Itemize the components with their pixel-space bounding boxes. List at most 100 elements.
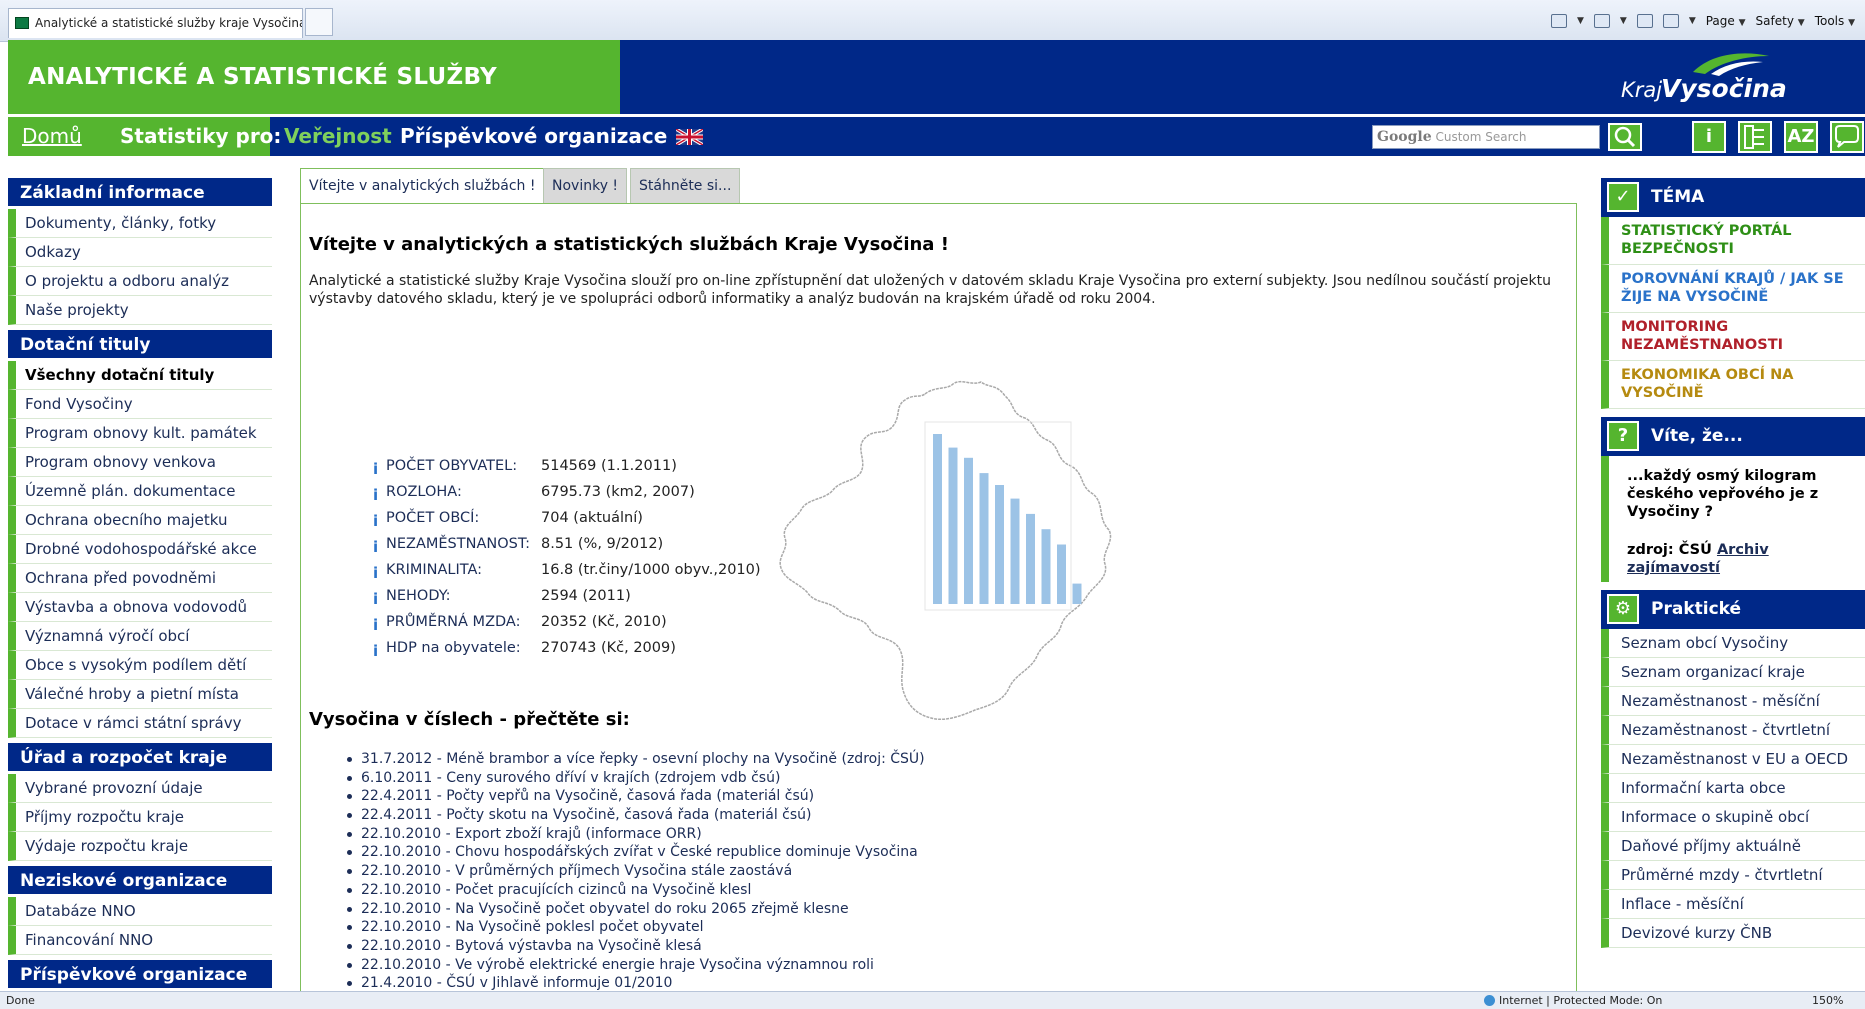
practical-item[interactable]: Seznam organizací kraje (1601, 658, 1865, 687)
stat-value: 2594 (2011) (541, 588, 631, 604)
info-icon: ⅰ (373, 642, 379, 660)
sidebar-item-vodohospodarske[interactable]: Drobné vodohospodářské akce (8, 535, 272, 564)
sitemap-button[interactable] (1738, 121, 1772, 153)
theme-link-nezamestnanost[interactable]: MONITORING NEZAMĚSTNANOSTI (1601, 313, 1865, 361)
mini-chart-bar (995, 485, 1004, 604)
stat-value: 16.8 (tr.činy/1000 obyv.,2010) (541, 562, 761, 578)
search-input[interactable]: Google Custom Search (1372, 125, 1600, 149)
sidebar-item-uzemne-plan[interactable]: Územně plán. dokumentace (8, 477, 272, 506)
sidebar-item-program-venkova[interactable]: Program obnovy venkova (8, 448, 272, 477)
practical-item[interactable]: Devizové kurzy ČNB (1601, 919, 1865, 948)
sidebar-item-o-projektu[interactable]: O projektu a odboru analýz (8, 267, 272, 296)
practical-item[interactable]: Nezaměstnanost - měsíční (1601, 687, 1865, 716)
info-icon: i (1705, 126, 1713, 147)
search-button[interactable] (1608, 123, 1642, 151)
nav-home-link[interactable]: Domů (22, 117, 82, 156)
sidebar-item-nase-projekty[interactable]: Naše projekty (8, 296, 272, 325)
chevron-down-icon[interactable]: ▼ (1689, 16, 1696, 26)
practical-item[interactable]: Informace o skupině obcí (1601, 803, 1865, 832)
globe-icon (1484, 995, 1495, 1006)
tab-novinky[interactable]: Novinky ! (543, 168, 628, 204)
kraj-vysocina-logo[interactable]: Kraj Vysočina (1621, 50, 1787, 106)
info-button[interactable]: i (1692, 121, 1726, 153)
new-tab-button[interactable] (305, 8, 333, 36)
sidebar-item-povodne[interactable]: Ochrana před povodněmi (8, 564, 272, 593)
sidebar-item-vydaje-rozpoctu[interactable]: Výdaje rozpočtu kraje (8, 832, 272, 861)
browser-tab[interactable]: Analytické a statistické služby kraje Vy… (8, 8, 303, 38)
practical-item[interactable]: Průměrné mzdy - čtvrtletní (1601, 861, 1865, 890)
content-panel: Vítejte v analytických a statistických s… (300, 203, 1577, 991)
chevron-down-icon[interactable]: ▼ (1620, 16, 1627, 26)
home-icon[interactable] (1550, 14, 1567, 28)
practical-item[interactable]: Daňové příjmy aktuálně (1601, 832, 1865, 861)
news-item[interactable]: 22.10.2010 - Počet pracujících cizinců n… (347, 881, 1257, 900)
theme-link-porovnani[interactable]: POROVNÁNÍ KRAJŮ / JAK SE ŽIJE NA VYSOČIN… (1601, 265, 1865, 313)
news-item[interactable]: 22.10.2010 - Na Vysočině počet obyvatel … (347, 900, 1257, 919)
sidebar-item-dokumenty[interactable]: Dokumenty, články, fotky (8, 209, 272, 238)
mail-icon[interactable] (1636, 14, 1653, 28)
search-brand: Google (1377, 129, 1432, 145)
region-map-graphic (779, 380, 1112, 721)
sidebar-item-vodovody[interactable]: Výstavba a obnova vodovodů (8, 593, 272, 622)
news-item[interactable]: 31.7.2012 - Méně brambor a více řepky - … (347, 750, 1257, 769)
news-item[interactable]: 22.4.2011 - Počty skotu na Vysočině, čas… (347, 806, 1257, 825)
news-item[interactable]: 22.10.2010 - Bytová výstavba na Vysočině… (347, 937, 1257, 956)
news-item[interactable]: 6.10.2011 - Ceny surového dříví v krajíc… (347, 769, 1257, 788)
mini-chart-bar (1026, 513, 1035, 604)
sidebar-item-prijmy-rozpoctu[interactable]: Příjmy rozpočtu kraje (8, 803, 272, 832)
fact-box: ...každý osmý kilogram českého vepřového… (1601, 456, 1865, 582)
practical-item[interactable]: Informační karta obce (1601, 774, 1865, 803)
practical-item[interactable]: Seznam obcí Vysočiny (1601, 629, 1865, 658)
news-item[interactable]: 22.10.2010 - V průměrných příjmech Vysoč… (347, 862, 1257, 881)
nav-contrib-link[interactable]: Příspěvkové organizace (400, 117, 667, 156)
practical-item[interactable]: Nezaměstnanost - čtvrtletní (1601, 716, 1865, 745)
news-item[interactable]: 22.10.2010 - Export zboží krajů (informa… (347, 825, 1257, 844)
logo-kraj-text: Kraj (1621, 78, 1663, 102)
theme-link-ekonomika[interactable]: EKONOMIKA OBCÍ NA VYSOČINĚ (1601, 361, 1865, 409)
fact-text: ...každý osmý kilogram českého vepřového… (1627, 468, 1819, 520)
chevron-down-icon[interactable]: ▼ (1577, 16, 1584, 26)
nav-stats-for-label: Statistiky pro: (120, 124, 282, 148)
sidebar-item-vsechny-dotacni[interactable]: Všechny dotační tituly (8, 361, 272, 390)
sidebar-item-vyroci[interactable]: Významná výročí obcí (8, 622, 272, 651)
sidebar-item-fond-vysociny[interactable]: Fond Vysočiny (8, 390, 272, 419)
sidebar-item-valecne-hroby[interactable]: Válečné hroby a pietní místa (8, 680, 272, 709)
logo-vysocina-text: Vysočina (1661, 74, 1787, 103)
tab-vitejte[interactable]: Vítejte v analytických službách ! (300, 168, 545, 204)
news-item[interactable]: 22.4.2011 - Počty vepřů na Vysočině, čas… (347, 787, 1257, 806)
safety-menu[interactable]: Safety ▼ (1756, 14, 1805, 28)
sidebar-item-ochrana-majetku[interactable]: Ochrana obecního majetku (8, 506, 272, 535)
english-flag-icon[interactable] (676, 129, 703, 145)
stat-label: KRIMINALITA: (386, 562, 483, 578)
mini-chart-bar (1041, 529, 1051, 604)
nav-public-link[interactable]: Veřejnost (284, 117, 392, 156)
sidebar-item-statni-sprava[interactable]: Dotace v rámci státní správy (8, 709, 272, 738)
sidebar-item-provozni-udaje[interactable]: Vybrané provozní údaje (8, 774, 272, 803)
sidebar-item-databaze-nno[interactable]: Databáze NNO (8, 897, 272, 926)
lightbulb-icon: ? (1607, 421, 1639, 451)
theme-link-bezpecnost[interactable]: STATISTICKÝ PORTÁL BEZPEČNOSTI (1601, 217, 1865, 265)
main-navigation: Domů Statistiky pro: Veřejnost Příspěvko… (8, 114, 1865, 156)
news-item[interactable]: 22.10.2010 - Chovu hospodářských zvířat … (347, 843, 1257, 862)
practical-item[interactable]: Nezaměstnanost v EU a OECD (1601, 745, 1865, 774)
print-icon[interactable] (1662, 14, 1679, 28)
zoom-level[interactable]: 150% (1812, 992, 1843, 1009)
az-index-button[interactable]: AZ (1784, 121, 1818, 153)
intro-paragraph: Analytické a statistické služby Kraje Vy… (309, 273, 1551, 307)
sidebar-heading-prakticke: ⚙ Praktické (1601, 590, 1865, 629)
sidebar-item-obce-deti[interactable]: Obce s vysokým podílem dětí (8, 651, 272, 680)
sidebar-item-financovani-nno[interactable]: Financování NNO (8, 926, 272, 955)
news-item[interactable]: 22.10.2010 - Ve výrobě elektrické energi… (347, 956, 1257, 975)
news-item[interactable]: 22.10.2010 - Na Vysočině poklesl počet o… (347, 918, 1257, 937)
info-icon: ⅰ (373, 590, 379, 608)
sidebar-item-program-pamatek[interactable]: Program obnovy kult. památek (8, 419, 272, 448)
feeds-icon[interactable] (1593, 14, 1610, 28)
chat-button[interactable] (1830, 121, 1864, 153)
tab-stahnete[interactable]: Stáhněte si... (630, 168, 741, 204)
mini-chart-bar (979, 473, 989, 604)
practical-item[interactable]: Inflace - měsíční (1601, 890, 1865, 919)
page-menu[interactable]: Page ▼ (1706, 14, 1746, 28)
sidebar-item-odkazy[interactable]: Odkazy (8, 238, 272, 267)
tools-menu[interactable]: Tools ▼ (1815, 14, 1855, 28)
news-item[interactable]: 21.4.2010 - ČSÚ v Jihlavě informuje 01/2… (347, 974, 1257, 991)
